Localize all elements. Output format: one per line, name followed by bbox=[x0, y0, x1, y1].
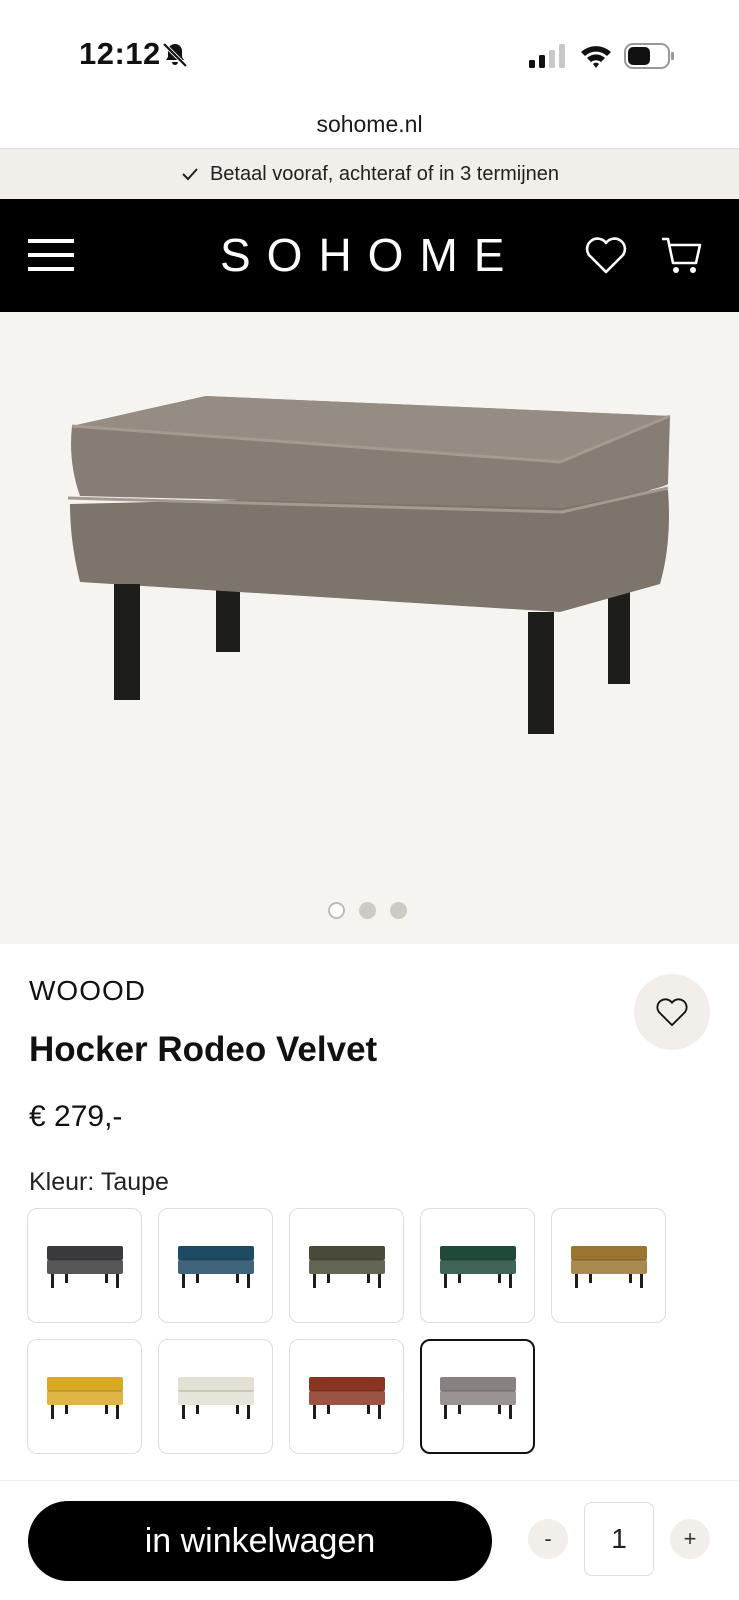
swatch-ottoman-image bbox=[308, 1245, 385, 1288]
gallery-dots bbox=[328, 902, 407, 919]
color-swatch[interactable] bbox=[27, 1208, 142, 1323]
product-gallery[interactable] bbox=[0, 312, 739, 944]
status-bar: 12:12 bbox=[0, 0, 739, 100]
battery-icon bbox=[624, 43, 674, 69]
menu-icon[interactable] bbox=[28, 237, 74, 273]
gallery-dot-3[interactable] bbox=[390, 902, 407, 919]
swatch-ottoman-image bbox=[46, 1245, 123, 1288]
quantity-increase-button[interactable]: + bbox=[670, 1519, 710, 1559]
swatch-ottoman-image bbox=[570, 1245, 647, 1288]
add-to-cart-button[interactable]: in winkelwagen bbox=[28, 1501, 492, 1581]
product-title: Hocker Rodeo Velvet bbox=[29, 1030, 378, 1069]
status-time: 12:12 bbox=[79, 36, 161, 71]
site-logo[interactable]: SOHOME bbox=[220, 227, 520, 283]
url-bar[interactable]: sohome.nl bbox=[0, 104, 739, 148]
bell-muted-icon bbox=[162, 42, 188, 68]
color-label: Kleur: Taupe bbox=[29, 1168, 169, 1197]
swatch-ottoman-image bbox=[308, 1376, 385, 1419]
swatch-ottoman-image bbox=[177, 1245, 254, 1288]
check-icon bbox=[182, 168, 198, 181]
wishlist-button[interactable] bbox=[634, 974, 710, 1050]
heart-icon[interactable] bbox=[584, 235, 628, 275]
color-swatch[interactable] bbox=[27, 1339, 142, 1454]
swatch-ottoman-image bbox=[46, 1376, 123, 1419]
site-header: SOHOME bbox=[0, 199, 739, 312]
color-swatch[interactable] bbox=[551, 1208, 666, 1323]
promo-banner: Betaal vooraf, achteraf of in 3 termijne… bbox=[0, 148, 739, 199]
quantity-input[interactable]: 1 bbox=[584, 1502, 654, 1576]
color-label-prefix: Kleur: bbox=[29, 1168, 95, 1196]
quantity-decrease-button[interactable]: - bbox=[528, 1519, 568, 1559]
bottom-action-bar: in winkelwagen - 1 + bbox=[0, 1480, 739, 1600]
color-swatch[interactable] bbox=[158, 1208, 273, 1323]
color-swatch[interactable] bbox=[289, 1208, 404, 1323]
color-swatch[interactable] bbox=[289, 1339, 404, 1454]
gallery-dot-1[interactable] bbox=[328, 902, 345, 919]
swatch-ottoman-image bbox=[439, 1245, 516, 1288]
color-value: Taupe bbox=[100, 1168, 169, 1196]
promo-text: Betaal vooraf, achteraf of in 3 termijne… bbox=[209, 162, 560, 185]
heart-icon bbox=[656, 998, 688, 1027]
swatch-ottoman-image bbox=[177, 1376, 254, 1419]
swatch-ottoman-image bbox=[439, 1376, 516, 1419]
signal-icon bbox=[529, 44, 565, 68]
product-price: € 279,- bbox=[29, 1100, 123, 1133]
color-swatch[interactable] bbox=[420, 1208, 535, 1323]
color-swatch[interactable] bbox=[420, 1339, 535, 1454]
wifi-icon bbox=[581, 46, 611, 68]
product-brand[interactable]: WOOOD bbox=[29, 975, 146, 1007]
cart-icon[interactable] bbox=[660, 233, 704, 277]
gallery-dot-2[interactable] bbox=[359, 902, 376, 919]
product-image bbox=[67, 396, 671, 734]
color-swatch[interactable] bbox=[158, 1339, 273, 1454]
